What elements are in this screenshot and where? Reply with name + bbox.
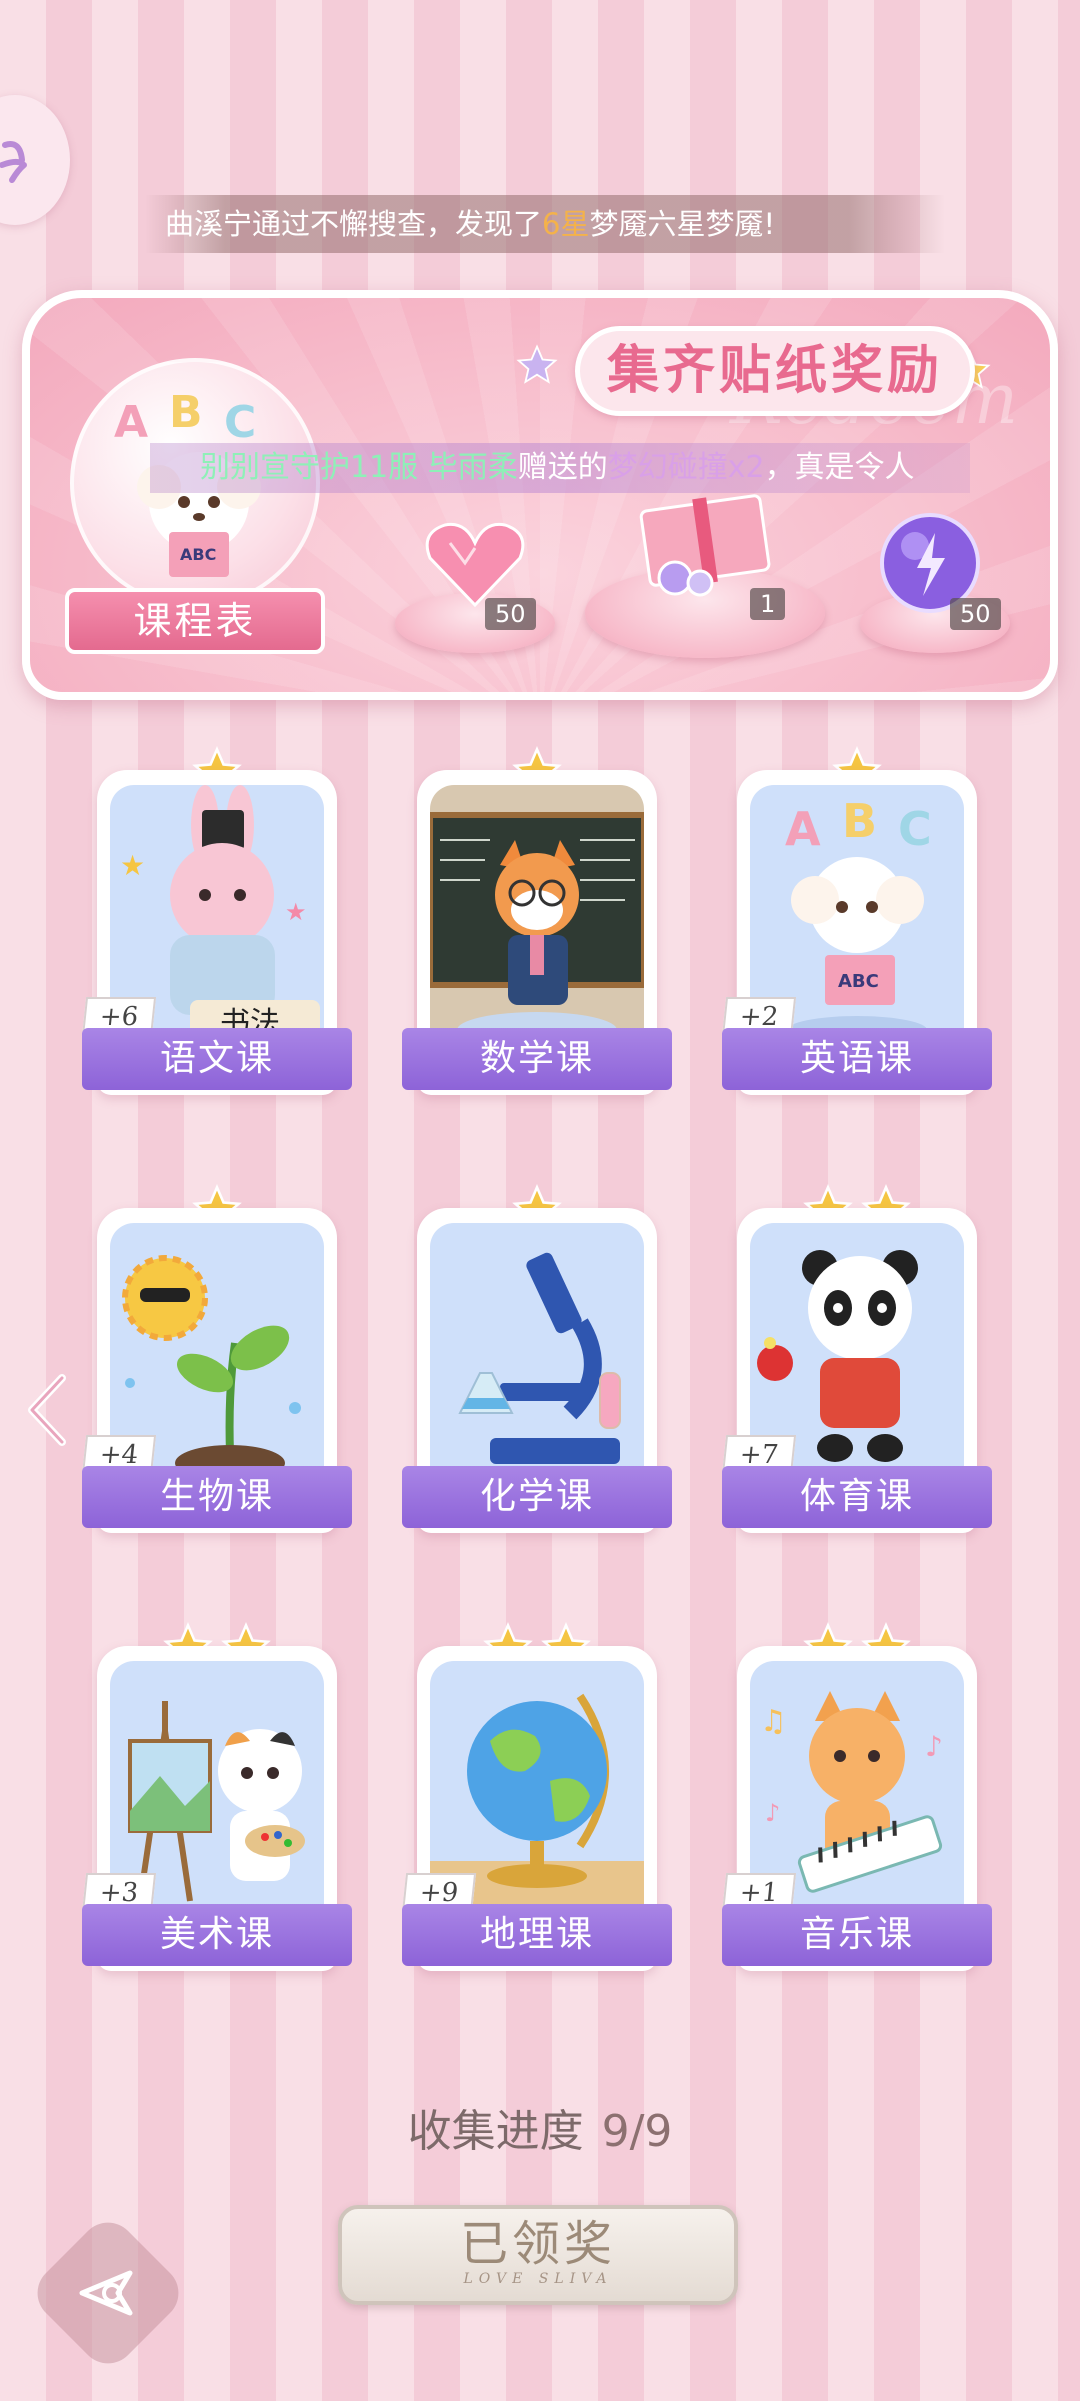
svg-text:B: B — [169, 387, 203, 438]
svg-text:♫: ♫ — [760, 1704, 787, 1739]
lavender-star-icon — [516, 344, 558, 384]
svg-text:A: A — [114, 397, 148, 448]
svg-text:★: ★ — [285, 898, 307, 926]
claimed-button-subtitle: LOVE SLIVA — [463, 2271, 613, 2287]
back-button[interactable] — [25, 2210, 191, 2376]
gift-box-icon[interactable] — [630, 483, 780, 603]
course-card-english[interactable]: A B C ABC +2 英语课 — [721, 745, 992, 1105]
course-card-geography[interactable]: +9 地理课 — [401, 1621, 672, 1981]
svg-text:ABC: ABC — [838, 971, 879, 992]
course-label: 体育课 — [722, 1466, 992, 1528]
sticker-reward-banner: Redeem 集齐贴纸奖励 A B C ABC 别别宣守护11服 毕雨柔赠送的梦… — [22, 290, 1058, 700]
announcement-marquee: 曲溪宁通过不懈搜查，发现了6星梦魇六星梦魇! — [145, 195, 945, 253]
collection-progress: 收集进度 9/9 — [0, 2095, 1080, 2159]
claimed-button-label: 已领奖 — [459, 2216, 616, 2272]
course-label: 生物课 — [82, 1466, 352, 1528]
menu-corner-button[interactable] — [0, 95, 70, 225]
microscope-icon — [430, 1223, 644, 1493]
marquee-text-after: 梦魇六星梦魇! — [589, 207, 776, 241]
flower-icon — [0, 141, 27, 183]
gift-notice-strip: 别别宣守护11服 毕雨柔赠送的梦幻碰撞x2，真是令人 — [150, 443, 970, 493]
reward-count-heart: 50 — [485, 598, 536, 630]
svg-text:B: B — [842, 794, 877, 848]
banner-title: 集齐贴纸奖励 — [575, 326, 975, 416]
notice-end-text: ，真是令人 — [764, 450, 915, 485]
course-label: 英语课 — [722, 1028, 992, 1090]
svg-text:ABC: ABC — [180, 545, 216, 564]
reward-count-orb: 50 — [950, 598, 1001, 630]
claimed-button[interactable]: 已领奖 LOVE SLIVA — [338, 2205, 738, 2305]
fox-teacher-icon — [430, 785, 644, 1055]
schedule-button[interactable]: 课程表 — [65, 588, 325, 654]
svg-text:C: C — [224, 397, 256, 448]
course-label: 数学课 — [402, 1028, 672, 1090]
reward-count-gift: 1 — [750, 588, 786, 620]
prev-page-arrow-icon[interactable] — [22, 1370, 72, 1450]
svg-text:♪: ♪ — [765, 1799, 780, 1827]
back-arrow-icon — [79, 2270, 133, 2316]
svg-text:★: ★ — [120, 849, 145, 882]
course-card-music[interactable]: ♫ ♪ ♪ +1 音乐课 — [721, 1621, 992, 1981]
course-label: 语文课 — [82, 1028, 352, 1090]
progress-value: 9/9 — [601, 2106, 673, 2157]
course-label: 地理课 — [402, 1904, 672, 1966]
svg-text:♪: ♪ — [925, 1730, 943, 1763]
svg-text:C: C — [898, 802, 932, 856]
course-label: 美术课 — [82, 1904, 352, 1966]
notice-mid-text: 赠送的 — [517, 450, 608, 485]
svg-text:A: A — [785, 802, 821, 856]
course-card-biology[interactable]: +4 生物课 — [81, 1183, 352, 1543]
course-card-pe[interactable]: +7 体育课 — [721, 1183, 992, 1543]
course-label: 音乐课 — [722, 1904, 992, 1966]
course-card-chemistry[interactable]: 化学课 — [402, 1183, 672, 1543]
course-card-math[interactable]: 数学课 — [402, 745, 672, 1105]
notice-purple-text: 梦幻碰撞x2 — [607, 450, 765, 485]
progress-label: 收集进度 — [407, 2106, 584, 2157]
notice-green-text: 别别宣守护11服 毕雨柔 — [200, 450, 518, 485]
marquee-text-before: 曲溪宁通过不懈搜查，发现了 — [165, 207, 543, 241]
course-card-art[interactable]: +3 美术课 — [81, 1621, 352, 1981]
course-label: 化学课 — [402, 1466, 672, 1528]
course-card-chinese[interactable]: 书法 ★ ★ +6 语文课 — [81, 745, 352, 1105]
marquee-highlight: 6星 — [542, 207, 590, 241]
